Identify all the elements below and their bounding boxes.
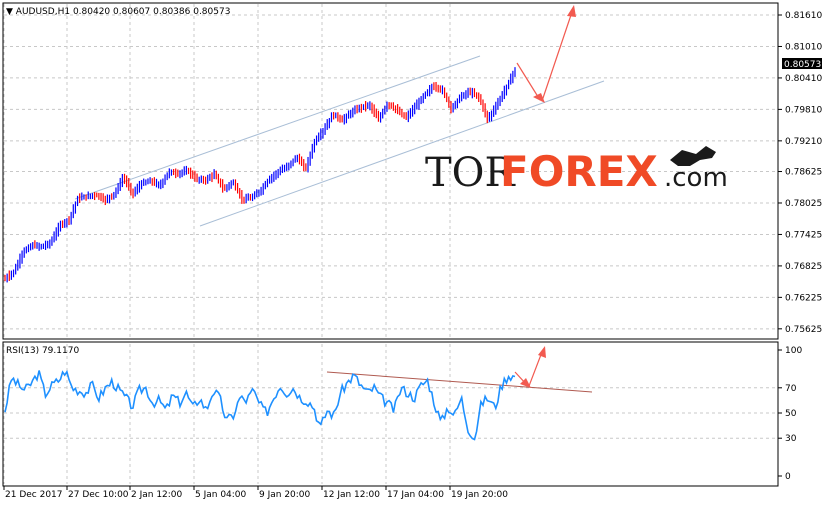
rsi-forecast-arrows[interactable] xyxy=(514,346,546,388)
rsi-tick-label: 70 xyxy=(785,384,797,394)
current-price-label: 0.80573 xyxy=(784,60,821,70)
time-tick-label: 21 Dec 2017 xyxy=(5,490,63,500)
price-tick-label: 0.78625 xyxy=(785,168,822,178)
price-tick-label: 0.76225 xyxy=(785,293,822,303)
time-tick-label: 2 Jan 12:00 xyxy=(131,490,183,500)
rsi-axis: 100 70 50 30 0 xyxy=(778,346,802,482)
ohlc-header: ▼ AUDUSD,H1 0.80420 0.80607 0.80386 0.80… xyxy=(6,7,230,17)
rsi-tick-label: 50 xyxy=(785,409,797,419)
time-tick-label: 27 Dec 10:00 xyxy=(68,490,129,500)
svg-text:.com: .com xyxy=(664,163,728,193)
forecast-arrows[interactable] xyxy=(516,5,576,103)
chart-window: TOR FOREX .com ▼ AUDUSD,H1 0.80420 0.806… xyxy=(0,0,824,504)
rsi-tick-label: 30 xyxy=(785,434,797,444)
price-tick-label: 0.78025 xyxy=(785,199,822,209)
price-tick-label: 0.81610 xyxy=(785,11,822,21)
time-tick-label: 19 Jan 20:00 xyxy=(451,490,508,500)
time-axis: 21 Dec 2017 27 Dec 10:00 2 Jan 12:00 5 Jan … xyxy=(3,486,508,500)
time-tick-label: 5 Jan 04:00 xyxy=(195,490,247,500)
svg-text:FOREX: FOREX xyxy=(500,147,658,196)
time-tick-label: 9 Jan 20:00 xyxy=(259,490,311,500)
time-tick-label: 17 Jan 04:00 xyxy=(387,490,444,500)
price-tick-label: 0.81010 xyxy=(785,42,822,52)
price-tick-label: 0.79210 xyxy=(785,137,822,147)
channel-upper-line[interactable] xyxy=(74,55,481,200)
rsi-title: RSI(13) 79.1170 xyxy=(6,346,79,356)
price-tick-label: 0.75625 xyxy=(785,325,822,335)
chart-canvas[interactable]: TOR FOREX .com ▼ AUDUSD,H1 0.80420 0.806… xyxy=(0,0,824,504)
price-tick-label: 0.77425 xyxy=(785,230,822,240)
rsi-grid xyxy=(3,344,777,484)
rsi-tick-label: 100 xyxy=(785,346,802,356)
price-tick-label: 0.80410 xyxy=(785,74,822,84)
rsi-panel-frame xyxy=(2,341,779,487)
price-tick-label: 0.76825 xyxy=(785,262,822,272)
price-tick-label: 0.79810 xyxy=(785,105,822,115)
rsi-tick-label: 0 xyxy=(785,472,791,482)
main-chart-frame xyxy=(2,2,779,340)
main-grid xyxy=(3,4,777,338)
time-tick-label: 12 Jan 12:00 xyxy=(323,490,380,500)
torforex-logo: TOR FOREX .com xyxy=(425,146,728,196)
